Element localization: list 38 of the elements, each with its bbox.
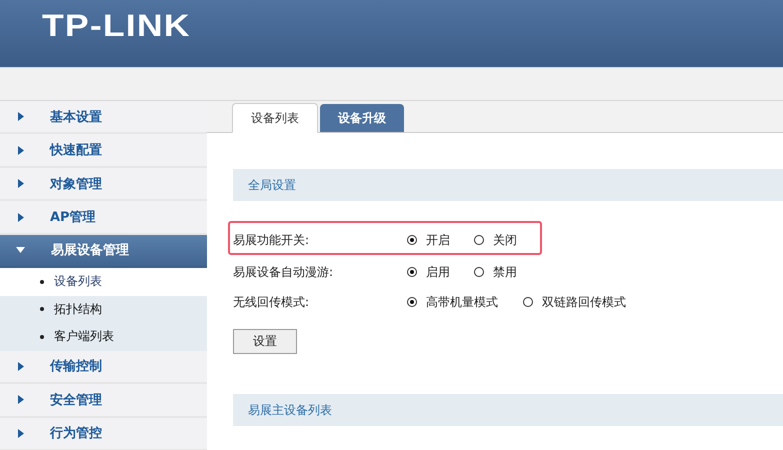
radio-option[interactable]: 禁用 (474, 264, 517, 280)
radio-button[interactable] (523, 297, 533, 307)
sidebar-item[interactable]: 易展设备管理 (0, 234, 207, 268)
tab[interactable]: 设备升级 (320, 104, 404, 132)
radio-button[interactable] (474, 235, 484, 245)
tab[interactable]: 设备列表 (232, 103, 318, 133)
radio-option[interactable]: 高带机量模式 (407, 294, 523, 310)
sidebar-item[interactable]: 行为管控 (0, 418, 207, 450)
caret-right-icon (18, 112, 24, 122)
radio-option[interactable]: 关闭 (474, 232, 517, 248)
caret-right-icon (18, 212, 24, 222)
caret-right-icon (18, 395, 24, 404)
section-header: 全局设置 (233, 169, 783, 201)
caret-right-icon (18, 428, 24, 438)
bullet-icon (40, 307, 44, 312)
radio-option[interactable]: 双链路回传模式 (523, 294, 626, 310)
settings-button[interactable]: 设置 (233, 329, 297, 354)
radio-button[interactable] (407, 267, 417, 277)
caret-down-icon (16, 247, 25, 254)
section-header: 易展主设备列表 (233, 394, 783, 426)
field-label: 易展功能开关: (233, 232, 310, 248)
sidebar-subitem[interactable]: 设备列表 (0, 268, 207, 296)
logo: TP-LINK (42, 8, 191, 44)
caret-right-icon (18, 362, 24, 371)
field-label: 无线回传模式: (233, 294, 310, 310)
radio-option[interactable]: 启用 (407, 264, 474, 280)
radio-button[interactable] (407, 235, 417, 245)
radio-button[interactable] (407, 297, 417, 307)
field-label: 易展设备自动漫游: (233, 264, 334, 280)
sidebar-subitem[interactable]: 客户端列表 (0, 323, 207, 351)
caret-right-icon (18, 146, 24, 155)
radio-button[interactable] (474, 267, 484, 277)
caret-right-icon (18, 179, 24, 188)
sidebar-subitem[interactable]: 拓扑结构 (0, 296, 207, 324)
sidebar-item[interactable]: 传输控制 (0, 350, 207, 384)
radio-option[interactable]: 开启 (407, 232, 474, 248)
bullet-icon (40, 334, 44, 339)
bullet-icon (40, 280, 44, 284)
